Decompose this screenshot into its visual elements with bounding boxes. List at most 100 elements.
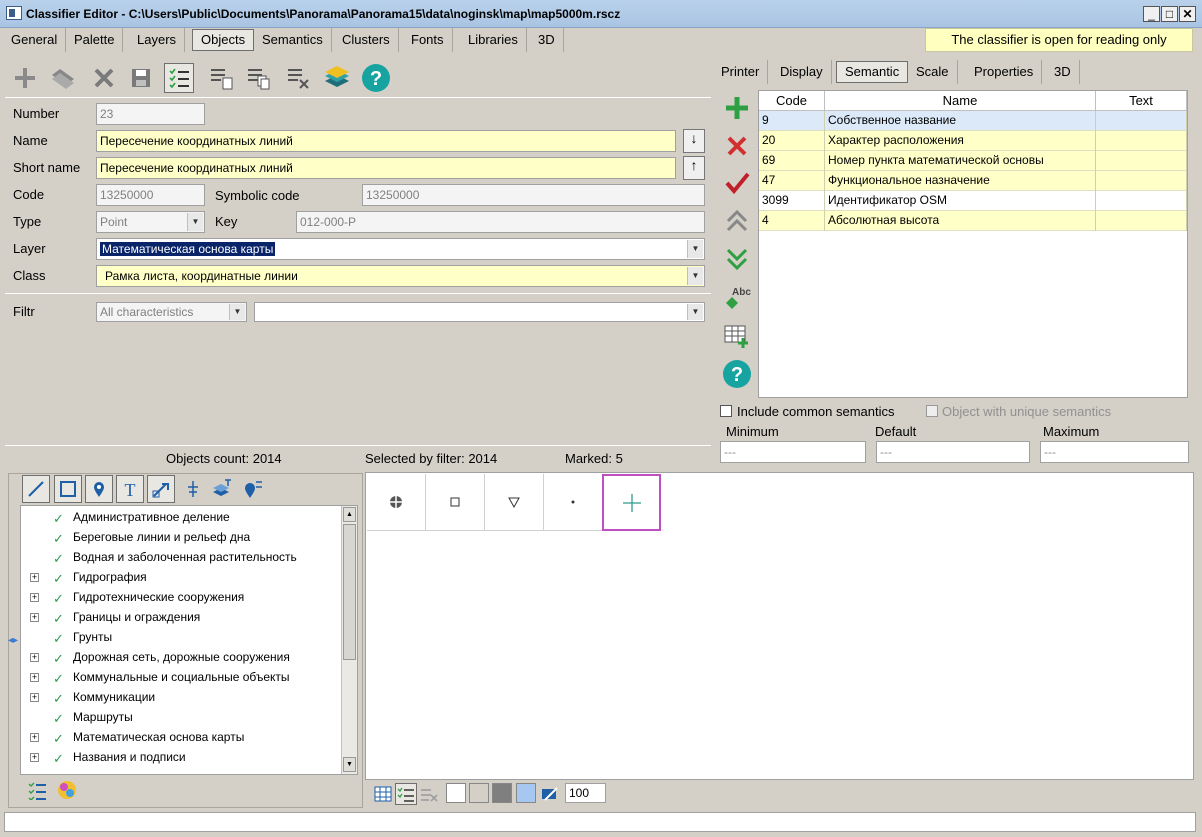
- maximize-button[interactable]: □: [1161, 6, 1178, 22]
- add-icon[interactable]: [10, 63, 40, 93]
- area-object-icon[interactable]: [54, 475, 82, 503]
- table-add-icon[interactable]: [722, 321, 752, 351]
- class-select[interactable]: Рамка листа, координатные линии ▼: [96, 265, 705, 287]
- symbol-cell[interactable]: [426, 474, 485, 531]
- tab-objects[interactable]: Objects: [192, 29, 255, 51]
- delete-icon[interactable]: [89, 63, 119, 93]
- background-dark-gray-swatch[interactable]: [492, 783, 512, 803]
- list-insert-icon[interactable]: [206, 63, 236, 93]
- tab-3d-right[interactable]: 3D: [1046, 60, 1080, 84]
- expand-icon[interactable]: +: [30, 693, 39, 702]
- list-copy-icon[interactable]: [243, 63, 273, 93]
- move-up-double-icon[interactable]: [722, 206, 752, 236]
- table-row[interactable]: 69 Номер пункта математической основы: [759, 151, 1187, 171]
- splitter-handle-icon[interactable]: ◂▸: [8, 635, 18, 646]
- tree-item[interactable]: + ✓ Границы и ограждения: [21, 607, 341, 627]
- expand-icon[interactable]: +: [30, 673, 39, 682]
- maximum-field[interactable]: ---: [1040, 441, 1189, 463]
- table-row[interactable]: 4 Абсолютная высота: [759, 211, 1187, 231]
- layers-icon[interactable]: [322, 63, 352, 93]
- semantic-help-icon[interactable]: ?: [722, 359, 752, 389]
- table-row[interactable]: 20 Характер расположения: [759, 131, 1187, 151]
- tab-general[interactable]: General: [3, 28, 67, 52]
- zoom-input[interactable]: 100: [565, 783, 606, 803]
- tab-layers[interactable]: Layers: [129, 28, 186, 52]
- tree-item[interactable]: + ✓ Дорожная сеть, дорожные сооружения: [21, 647, 341, 667]
- tab-semantic[interactable]: Semantic: [836, 61, 909, 83]
- expand-icon[interactable]: +: [30, 733, 39, 742]
- minimize-button[interactable]: _: [1143, 6, 1160, 22]
- type-select[interactable]: Point ▼: [96, 211, 205, 233]
- list-view-icon[interactable]: [164, 63, 194, 93]
- tree-item[interactable]: ✓ Береговые линии и рельеф дна: [21, 527, 341, 547]
- filtr-value-select[interactable]: ▼: [254, 302, 705, 322]
- key-field[interactable]: 012-000-P: [296, 211, 705, 233]
- tab-3d[interactable]: 3D: [530, 28, 564, 52]
- grid-view-icon[interactable]: [372, 783, 394, 805]
- symbol-cell[interactable]: [544, 474, 603, 531]
- symbolic-code-field[interactable]: 13250000: [362, 184, 705, 206]
- list-check-icon[interactable]: [395, 783, 417, 805]
- move-down-double-icon[interactable]: [722, 244, 752, 274]
- include-common-checkbox[interactable]: [720, 405, 732, 417]
- tree-item[interactable]: + ✓ Коммунальные и социальные объекты: [21, 667, 341, 687]
- code-field[interactable]: 13250000: [96, 184, 205, 206]
- rename-abc-icon[interactable]: Abc: [722, 282, 752, 312]
- tree-item[interactable]: ✓ Маршруты: [21, 707, 341, 727]
- tree-item[interactable]: + ✓ Коммуникации: [21, 687, 341, 707]
- background-white-swatch[interactable]: [446, 783, 466, 803]
- object-tree[interactable]: ✓ Административное деление ✓ Береговые лин…: [20, 505, 358, 775]
- help-icon[interactable]: ?: [361, 63, 391, 93]
- symbol-cell[interactable]: [485, 474, 544, 531]
- vector-object-icon[interactable]: [147, 475, 175, 503]
- layer-sort-icon[interactable]: [208, 475, 236, 503]
- table-row[interactable]: 47 Функциональное назначение: [759, 171, 1187, 191]
- number-field[interactable]: 23: [96, 103, 205, 125]
- expand-icon[interactable]: +: [30, 573, 39, 582]
- tab-scale[interactable]: Scale: [908, 60, 958, 84]
- list-clear-icon[interactable]: [418, 783, 440, 805]
- close-button[interactable]: ✕: [1179, 6, 1196, 22]
- unique-semantics-checkbox[interactable]: [926, 405, 938, 417]
- expand-icon[interactable]: +: [30, 753, 39, 762]
- tree-item[interactable]: + ✓ Гидротехнические сооружения: [21, 587, 341, 607]
- tab-printer[interactable]: Printer: [713, 60, 769, 84]
- scroll-up-icon[interactable]: ▲: [343, 507, 356, 522]
- copy-object-icon[interactable]: [48, 63, 78, 93]
- symbol-cell[interactable]: [367, 474, 426, 531]
- tab-display[interactable]: Display: [772, 60, 832, 84]
- background-blue-swatch[interactable]: [516, 783, 536, 803]
- symbol-cell-selected[interactable]: [602, 474, 661, 531]
- template-object-icon[interactable]: [179, 475, 207, 503]
- tab-clusters[interactable]: Clusters: [334, 28, 399, 52]
- text-object-icon[interactable]: T: [116, 475, 144, 503]
- short-name-field[interactable]: Пересечение координатных линий: [96, 157, 676, 179]
- tree-item[interactable]: + ✓ Гидрография: [21, 567, 341, 587]
- add-semantic-icon[interactable]: [722, 93, 752, 123]
- delete-semantic-icon[interactable]: [722, 131, 752, 161]
- column-header-code[interactable]: Code: [759, 91, 825, 111]
- scroll-thumb[interactable]: [343, 524, 356, 660]
- minimum-field[interactable]: ---: [720, 441, 866, 463]
- table-row[interactable]: 3099 Идентификатор OSM: [759, 191, 1187, 211]
- background-light-gray-swatch[interactable]: [469, 783, 489, 803]
- tree-item[interactable]: ✓ Грунты: [21, 627, 341, 647]
- list-delete-icon[interactable]: [283, 63, 313, 93]
- column-header-text[interactable]: Text: [1096, 91, 1187, 111]
- zoom-scale-icon[interactable]: [540, 783, 562, 805]
- scroll-down-icon[interactable]: ▼: [343, 757, 356, 772]
- tab-libraries[interactable]: Libraries: [460, 28, 527, 52]
- name-field[interactable]: Пересечение координатных линий: [96, 130, 676, 152]
- tab-semantics[interactable]: Semantics: [254, 28, 332, 52]
- tab-properties[interactable]: Properties: [966, 60, 1043, 84]
- filtr-select[interactable]: All characteristics ▼: [96, 302, 247, 322]
- default-field[interactable]: ---: [876, 441, 1030, 463]
- tree-scrollbar[interactable]: ▲ ▼: [341, 506, 357, 774]
- tab-fonts[interactable]: Fonts: [403, 28, 453, 52]
- check-icon[interactable]: [722, 168, 752, 198]
- tree-item[interactable]: + ✓ Математическая основа карты: [21, 727, 341, 747]
- tree-item[interactable]: + ✓ Названия и подписи: [21, 747, 341, 767]
- layer-select[interactable]: Математическая основа карты ▼: [96, 238, 705, 260]
- tree-item[interactable]: ✓ Водная и заболоченная растительность: [21, 547, 341, 567]
- move-down-button[interactable]: ↓: [683, 129, 705, 153]
